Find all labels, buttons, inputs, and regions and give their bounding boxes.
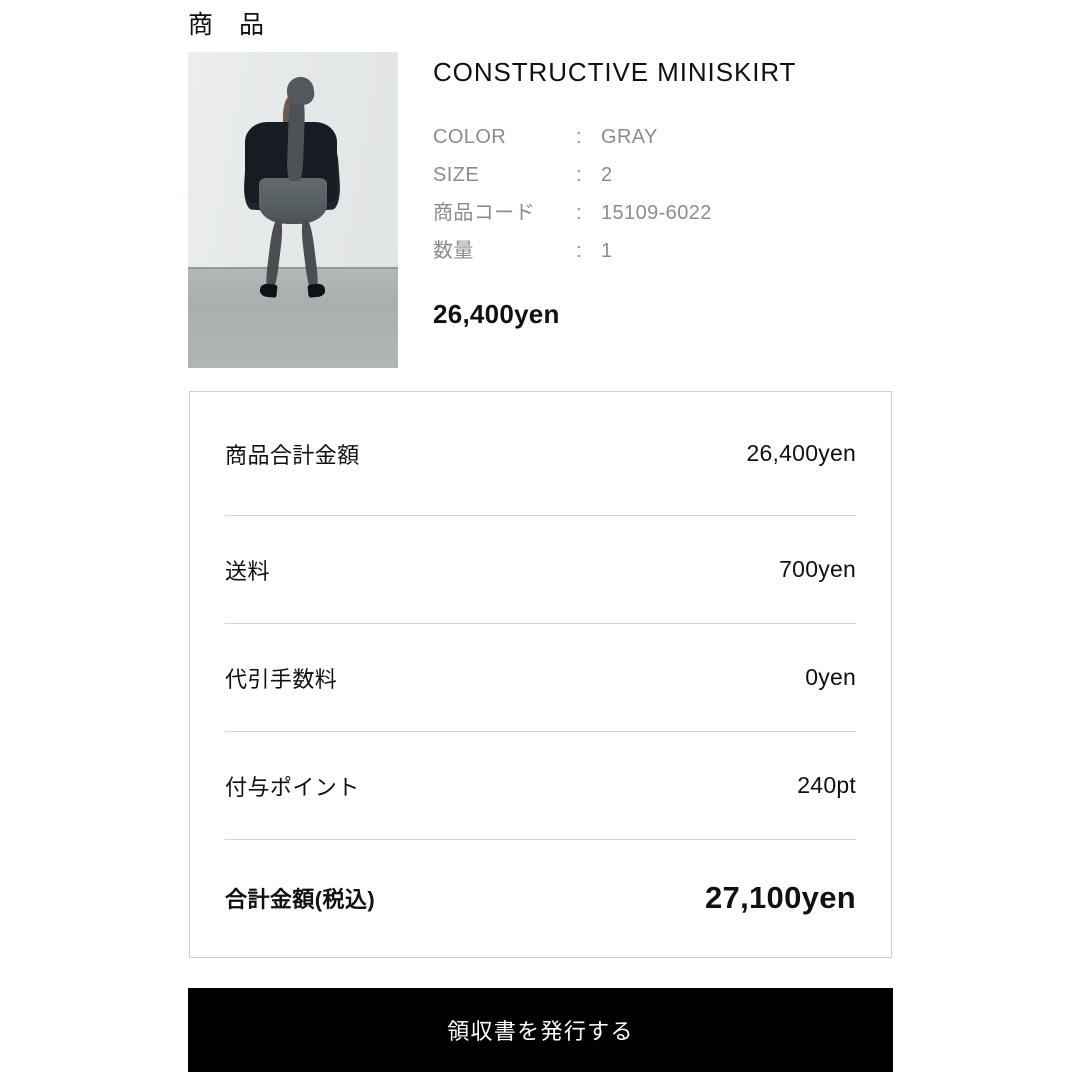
spec-label-color: COLOR [433, 125, 507, 148]
receipt-page: 商 品 CONSTRUCTIVE MINISKIRT COLOR: GRAY … [0, 0, 1080, 1080]
product-image [188, 52, 398, 368]
spec-value-product-code: 15109-6022 [601, 201, 712, 224]
product-price: 26,400yen [433, 298, 560, 329]
spec-value-color: GRAY [601, 125, 658, 148]
hood-cap [285, 75, 316, 108]
product-name: CONSTRUCTIVE MINISKIRT [433, 57, 797, 87]
left-leg [264, 219, 284, 290]
spec-colon-quantity: : [576, 239, 582, 262]
product-image-scene [188, 52, 398, 368]
issue-receipt-button[interactable]: 領収書を発行する [188, 988, 893, 1072]
spec-row-quantity: 数量 : 1 [433, 232, 893, 270]
spec-label-quantity: 数量 [433, 239, 474, 262]
right-leg [299, 219, 319, 290]
product-spec-list: COLOR : GRAY SIZE : 2 商品コード : 15109-6022… [433, 118, 893, 270]
summary-value-cod-fee: 0yen [805, 664, 856, 690]
summary-value-subtotal: 26,400yen [746, 440, 856, 466]
spec-row-size: SIZE : 2 [433, 156, 893, 194]
spec-value-quantity: 1 [601, 239, 613, 262]
product-summary: CONSTRUCTIVE MINISKIRT COLOR : GRAY SIZE… [188, 52, 893, 372]
page-title: 商 品 [188, 11, 265, 39]
summary-label-cod-fee: 代引手数料 [225, 666, 338, 692]
spec-row-color: COLOR : GRAY [433, 118, 893, 156]
model-figure [188, 52, 398, 368]
summary-row-subtotal: 商品合計金額 26,400yen [225, 392, 856, 516]
product-details: CONSTRUCTIVE MINISKIRT COLOR : GRAY SIZE… [433, 52, 893, 330]
right-shoe [307, 283, 326, 298]
summary-row-grand-total: 合計金額(税込) 27,100yen [225, 840, 856, 955]
summary-row-shipping: 送料 700yen [225, 516, 856, 624]
summary-row-points: 付与ポイント 240pt [225, 732, 856, 840]
summary-row-cod-fee: 代引手数料 0yen [225, 624, 856, 732]
hood-scarf [286, 92, 306, 182]
gray-miniskirt [259, 178, 327, 225]
spec-colon-size: : [576, 163, 582, 186]
spec-label-product-code: 商品コード [433, 201, 535, 224]
left-shoe [259, 283, 278, 298]
summary-label-shipping: 送料 [225, 558, 270, 584]
spec-colon-color: : [576, 125, 582, 148]
summary-value-points: 240pt [797, 772, 856, 798]
summary-value-grand-total: 27,100yen [704, 879, 856, 915]
order-summary-box: 商品合計金額 26,400yen 送料 700yen 代引手数料 0yen 付与… [189, 391, 892, 958]
summary-value-shipping: 700yen [779, 556, 856, 582]
spec-row-product-code: 商品コード : 15109-6022 [433, 194, 893, 232]
summary-label-points: 付与ポイント [225, 774, 360, 800]
summary-label-subtotal: 商品合計金額 [225, 442, 360, 468]
spec-colon-product-code: : [576, 201, 582, 224]
spec-value-size: 2 [601, 163, 613, 186]
summary-label-grand-total: 合計金額(税込) [225, 886, 376, 912]
order-summary-rows: 商品合計金額 26,400yen 送料 700yen 代引手数料 0yen 付与… [225, 392, 856, 957]
spec-label-size: SIZE [433, 163, 480, 186]
